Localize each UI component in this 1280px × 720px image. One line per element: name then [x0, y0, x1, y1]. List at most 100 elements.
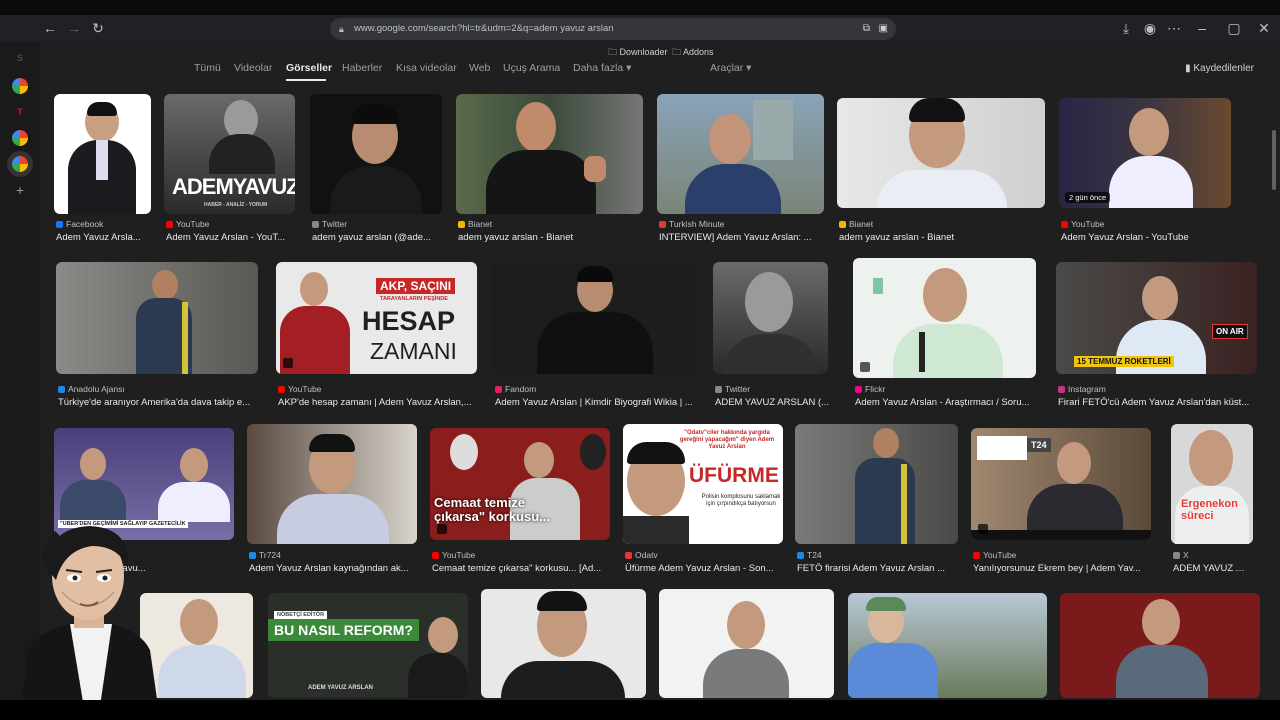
result-source: Turkish Minute	[659, 219, 724, 229]
result-image[interactable]	[713, 262, 828, 374]
result-image[interactable]: Cemaat temize çıkarsa" korkusu...	[430, 428, 610, 540]
result-image[interactable]: 2 gün önce	[1059, 98, 1231, 208]
result-source: YouTube	[973, 550, 1016, 560]
bookmark-downloader[interactable]: 🗀︎ Downloader	[608, 45, 668, 61]
add-icon[interactable]: +	[12, 182, 28, 198]
overlay-text: T24	[1027, 438, 1051, 452]
result-image[interactable]: ADEMYAVUZ HABER - ANALİZ - YORUM	[164, 94, 295, 214]
overlay-text: AKP, SAÇINI	[376, 278, 456, 294]
overlay-text: Ergenekon süreci	[1181, 498, 1238, 522]
result-image[interactable]	[481, 589, 646, 698]
result-caption[interactable]: ADEM YAVUZ ARSLAN (...	[715, 397, 833, 408]
result-caption[interactable]: INTERVIEW] Adem Yavuz Arslan: ...	[659, 232, 819, 243]
overlay-text: Cemaat temize çıkarsa" korkusu...	[434, 495, 551, 524]
result-caption[interactable]: Adem Yavuz Arslan - YouT...	[166, 232, 294, 243]
maximize-icon[interactable]: ▢	[1224, 18, 1244, 38]
result-image[interactable]	[56, 262, 258, 374]
result-caption[interactable]: adem yavuz arslan - Bianet	[458, 232, 638, 243]
result-image[interactable]: AKP, SAÇINI TARAYANLARIN PEŞİNDE HESAP Z…	[276, 262, 477, 374]
forward-icon[interactable]: →	[64, 18, 84, 38]
search-results: Tümü Videolar Görseller Haberler Kısa vi…	[40, 60, 1280, 700]
tab-search-icon[interactable]: ▣	[879, 18, 888, 40]
result-image[interactable]	[659, 589, 834, 698]
tab-all[interactable]: Tümü	[194, 62, 221, 74]
result-caption[interactable]: AKP'de hesap zamanı | Adem Yavuz Arslan,…	[278, 397, 476, 408]
close-icon[interactable]: ✕	[1254, 18, 1274, 38]
active-tab-underline	[286, 79, 326, 81]
result-image[interactable]	[1060, 593, 1260, 698]
result-source: YouTube	[166, 219, 209, 229]
result-caption[interactable]: Adem Yavuz Arslan - Araştırmacı / Soru..…	[855, 397, 1035, 408]
streamer-avatar	[20, 526, 160, 720]
result-image[interactable]	[837, 98, 1045, 208]
result-caption[interactable]: Yanılıyorsunuz Ekrem bey | Adem Yav...	[973, 563, 1149, 574]
extension-icon[interactable]: ◉	[1140, 18, 1160, 38]
result-caption[interactable]: adem yavuz arslan (@ade...	[312, 232, 440, 243]
google-icon[interactable]	[12, 78, 28, 94]
bookmarks-bar: 🗀︎ Downloader 🗀︎ Addons	[0, 42, 1280, 60]
menu-icon[interactable]: ⋯	[1164, 18, 1184, 38]
tab-short-videos[interactable]: Kısa videolar	[396, 62, 457, 74]
result-caption[interactable]: Cemaat temize çıkarsa" korkusu... [Ad...	[432, 563, 608, 574]
result-source: Bianet	[458, 219, 492, 229]
tab-web[interactable]: Web	[469, 62, 490, 74]
result-image[interactable]: ON AIR 15 TEMMUZ ROKETLERİ	[1056, 262, 1257, 374]
result-caption[interactable]: Türkiye'de aranıyor Amerika'da dava taki…	[58, 397, 256, 408]
tab-more[interactable]: Daha fazla ▾	[573, 62, 631, 74]
overlay-text: TARAYANLARIN PEŞİNDE	[380, 296, 448, 302]
result-image[interactable]	[848, 593, 1047, 698]
browser-toolbar: ← → ↻ 🔒︎ www.google.com/search?hl=tr&udm…	[0, 15, 1280, 42]
overlay-text: Polisin komplosunu saklamak için çırpınd…	[701, 494, 781, 507]
bookmark-label: Addons	[683, 47, 714, 57]
result-caption[interactable]: ADEM YAVUZ AR...	[1173, 563, 1251, 574]
age-badge: 2 gün önce	[1065, 192, 1111, 203]
result-caption[interactable]: Firari FETÖ'cü Adem Yavuz Arslan'dan küs…	[1058, 397, 1256, 408]
result-image[interactable]	[54, 94, 151, 214]
overlay-text: 15 TEMMUZ ROKETLERİ	[1074, 356, 1174, 367]
result-image[interactable]	[795, 424, 958, 544]
result-image[interactable]	[456, 94, 643, 214]
tab-more-label: Daha fazla	[573, 62, 624, 74]
result-image[interactable]	[247, 424, 417, 544]
result-caption[interactable]: Üfürme Adem Yavuz Arslan - Son...	[625, 563, 781, 574]
result-image[interactable]: T24	[971, 428, 1151, 540]
download-icon[interactable]: ⤓	[1116, 18, 1136, 38]
address-bar[interactable]: 🔒︎ www.google.com/search?hl=tr&udm=2&q=a…	[330, 18, 896, 40]
tab-videos[interactable]: Videolar	[234, 62, 272, 74]
result-image[interactable]: "Odatv"ciler hakkında yargıda gereğini y…	[623, 424, 783, 544]
result-caption[interactable]: FETÖ firarisi Adem Yavuz Arslan ...	[797, 563, 957, 574]
result-caption[interactable]: adem yavuz arslan - Bianet	[839, 232, 1039, 243]
overlay-text: HESAP	[362, 306, 456, 336]
result-image[interactable]: Ergenekon süreci	[1171, 424, 1253, 544]
result-image[interactable]	[657, 94, 824, 214]
t-icon[interactable]: T	[12, 104, 28, 120]
result-caption[interactable]: Adem Yavuz Arslan - YouTube	[1061, 232, 1229, 243]
result-caption[interactable]: Adem Yavuz Arslan | Kimdir Biyografi Wik…	[495, 397, 693, 408]
result-source: Twitter	[715, 384, 750, 394]
minimize-icon[interactable]: –	[1192, 18, 1212, 38]
google-icon[interactable]	[12, 156, 28, 172]
tab-news[interactable]: Haberler	[342, 62, 382, 74]
tab-flights[interactable]: Uçuş Arama	[503, 62, 560, 74]
play-icon	[978, 524, 988, 534]
result-caption[interactable]: Adem Yavuz Arsla...	[56, 232, 151, 243]
result-image[interactable]	[310, 94, 442, 214]
bookmark-addons[interactable]: 🗀︎ Addons	[672, 45, 714, 61]
result-image[interactable]	[853, 258, 1036, 378]
result-caption[interactable]: Adem Yavuz Arslan kaynağından ak...	[249, 563, 415, 574]
result-source: Twitter	[312, 219, 347, 229]
overlay-text: ÜFÜRME	[689, 464, 779, 487]
result-image[interactable]	[493, 262, 695, 374]
result-image[interactable]: NÖBETÇİ EDİTÖR BU NASIL REFORM? ADEM YAV…	[268, 593, 468, 698]
tab-images[interactable]: Görseller	[286, 62, 332, 74]
reload-icon[interactable]: ↻	[88, 18, 108, 38]
url-text: www.google.com/search?hl=tr&udm=2&q=adem…	[354, 23, 614, 34]
result-source: YouTube	[432, 550, 475, 560]
lock-icon: 🔒︎	[339, 24, 344, 34]
google-icon[interactable]	[12, 130, 28, 146]
back-icon[interactable]: ←	[40, 18, 60, 38]
translate-icon[interactable]: ⧉	[863, 18, 870, 40]
tab-tools[interactable]: Araçlar ▾	[710, 62, 751, 74]
scrollbar[interactable]	[1272, 130, 1276, 190]
saved-button[interactable]: ▮ Kaydedilenler	[1185, 63, 1254, 74]
